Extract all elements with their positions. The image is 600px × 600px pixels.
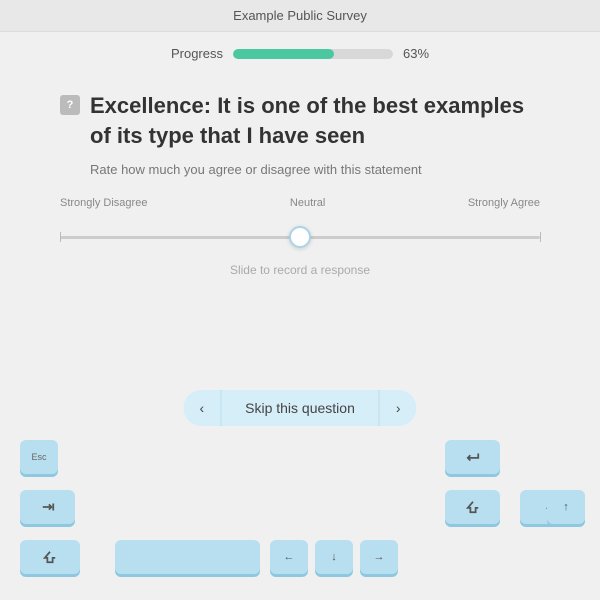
progress-bar-fill bbox=[233, 49, 334, 59]
scale-right-label: Strongly Agree bbox=[468, 197, 540, 209]
esc-key[interactable]: Esc bbox=[20, 440, 58, 474]
tab-icon bbox=[41, 500, 55, 514]
slider-labels: Strongly Disagree Neutral Strongly Agree bbox=[60, 197, 540, 209]
progress-bar-background bbox=[233, 49, 393, 59]
slider-track-container[interactable] bbox=[60, 217, 540, 257]
enter-icon bbox=[466, 450, 480, 464]
shift-right-icon bbox=[466, 500, 480, 514]
question-header: ? Excellence: It is one of the best exam… bbox=[60, 91, 540, 150]
survey-title: Example Public Survey bbox=[233, 8, 367, 23]
prev-button[interactable]: ‹ bbox=[183, 390, 220, 426]
slider-track bbox=[60, 236, 540, 239]
slider-section: Strongly Disagree Neutral Strongly Agree… bbox=[60, 197, 540, 277]
arrow-right-key[interactable]: → bbox=[360, 540, 398, 574]
arrow-up-key[interactable]: ↑ bbox=[547, 490, 585, 524]
space-key[interactable] bbox=[115, 540, 260, 574]
keyboard-area: Esc bbox=[0, 440, 600, 600]
arrow-down-key[interactable]: ↓ bbox=[315, 540, 353, 574]
skip-button[interactable]: Skip this question bbox=[220, 390, 380, 426]
progress-percent: 63% bbox=[403, 46, 429, 61]
question-text: Excellence: It is one of the best exampl… bbox=[90, 91, 540, 150]
next-button[interactable]: › bbox=[380, 390, 417, 426]
scale-middle-label: Neutral bbox=[290, 197, 325, 209]
question-subtitle: Rate how much you agree or disagree with… bbox=[90, 162, 540, 177]
scale-left-label: Strongly Disagree bbox=[60, 197, 147, 209]
main-content: ? Excellence: It is one of the best exam… bbox=[0, 71, 600, 287]
top-bar: Example Public Survey bbox=[0, 0, 600, 32]
slider-hint: Slide to record a response bbox=[60, 263, 540, 277]
progress-row: Progress 63% bbox=[0, 32, 600, 71]
slider-tick-right bbox=[540, 232, 541, 242]
keyboard-overlay: ‹ Skip this question › Esc bbox=[0, 390, 600, 600]
question-badge: ? bbox=[60, 95, 80, 115]
slider-tick-left bbox=[60, 232, 61, 242]
tab-key[interactable] bbox=[20, 490, 75, 524]
nav-button-row: ‹ Skip this question › bbox=[183, 390, 416, 426]
arrow-left-key[interactable]: ← bbox=[270, 540, 308, 574]
slider-thumb[interactable] bbox=[289, 226, 311, 248]
shift-left-icon bbox=[43, 550, 57, 564]
progress-label: Progress bbox=[171, 46, 223, 61]
shift-left-key[interactable] bbox=[20, 540, 80, 574]
shift-right-key[interactable] bbox=[445, 490, 500, 524]
enter-key[interactable] bbox=[445, 440, 500, 474]
